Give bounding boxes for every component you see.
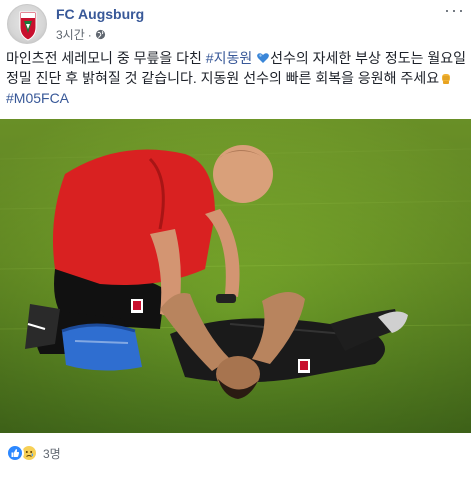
post-message: 마인츠전 세레모니 중 무릎을 다친 #지동원 선수의 자세한 부상 정도는 월… — [6, 48, 471, 108]
hashtag-jidongwon-link[interactable]: #지동원 — [206, 50, 252, 66]
page-name-link[interactable]: FC Augsburg — [56, 6, 144, 22]
like-reaction-icon — [6, 444, 24, 462]
injured-player-photo-image — [0, 119, 471, 433]
page-avatar[interactable] — [7, 4, 47, 44]
fca-crest-icon — [19, 11, 37, 41]
post-timestamp[interactable]: 3시간 — [56, 26, 85, 43]
meta-separator: · — [87, 27, 92, 42]
post-header: FC Augsburg 3시간 · ··· — [0, 0, 473, 48]
more-options-icon[interactable]: ··· — [444, 1, 465, 19]
reactions-bar[interactable]: 3명 — [6, 444, 61, 462]
blue-heart-emoji-icon — [257, 53, 269, 63]
globe-icon[interactable] — [95, 29, 106, 40]
reaction-count[interactable]: 3명 — [43, 445, 61, 462]
post-meta: 3시간 · — [56, 26, 106, 43]
facebook-post: FC Augsburg 3시간 · ··· 마인츠전 세레모니 중 무릎을 다친… — [0, 0, 473, 477]
fist-emoji-icon — [442, 74, 451, 84]
hashtag-m05fca-link[interactable]: #M05FCA — [6, 90, 69, 106]
post-photo[interactable] — [0, 119, 471, 433]
post-text-part-1: 마인츠전 세레모니 중 무릎을 다친 — [6, 50, 206, 66]
